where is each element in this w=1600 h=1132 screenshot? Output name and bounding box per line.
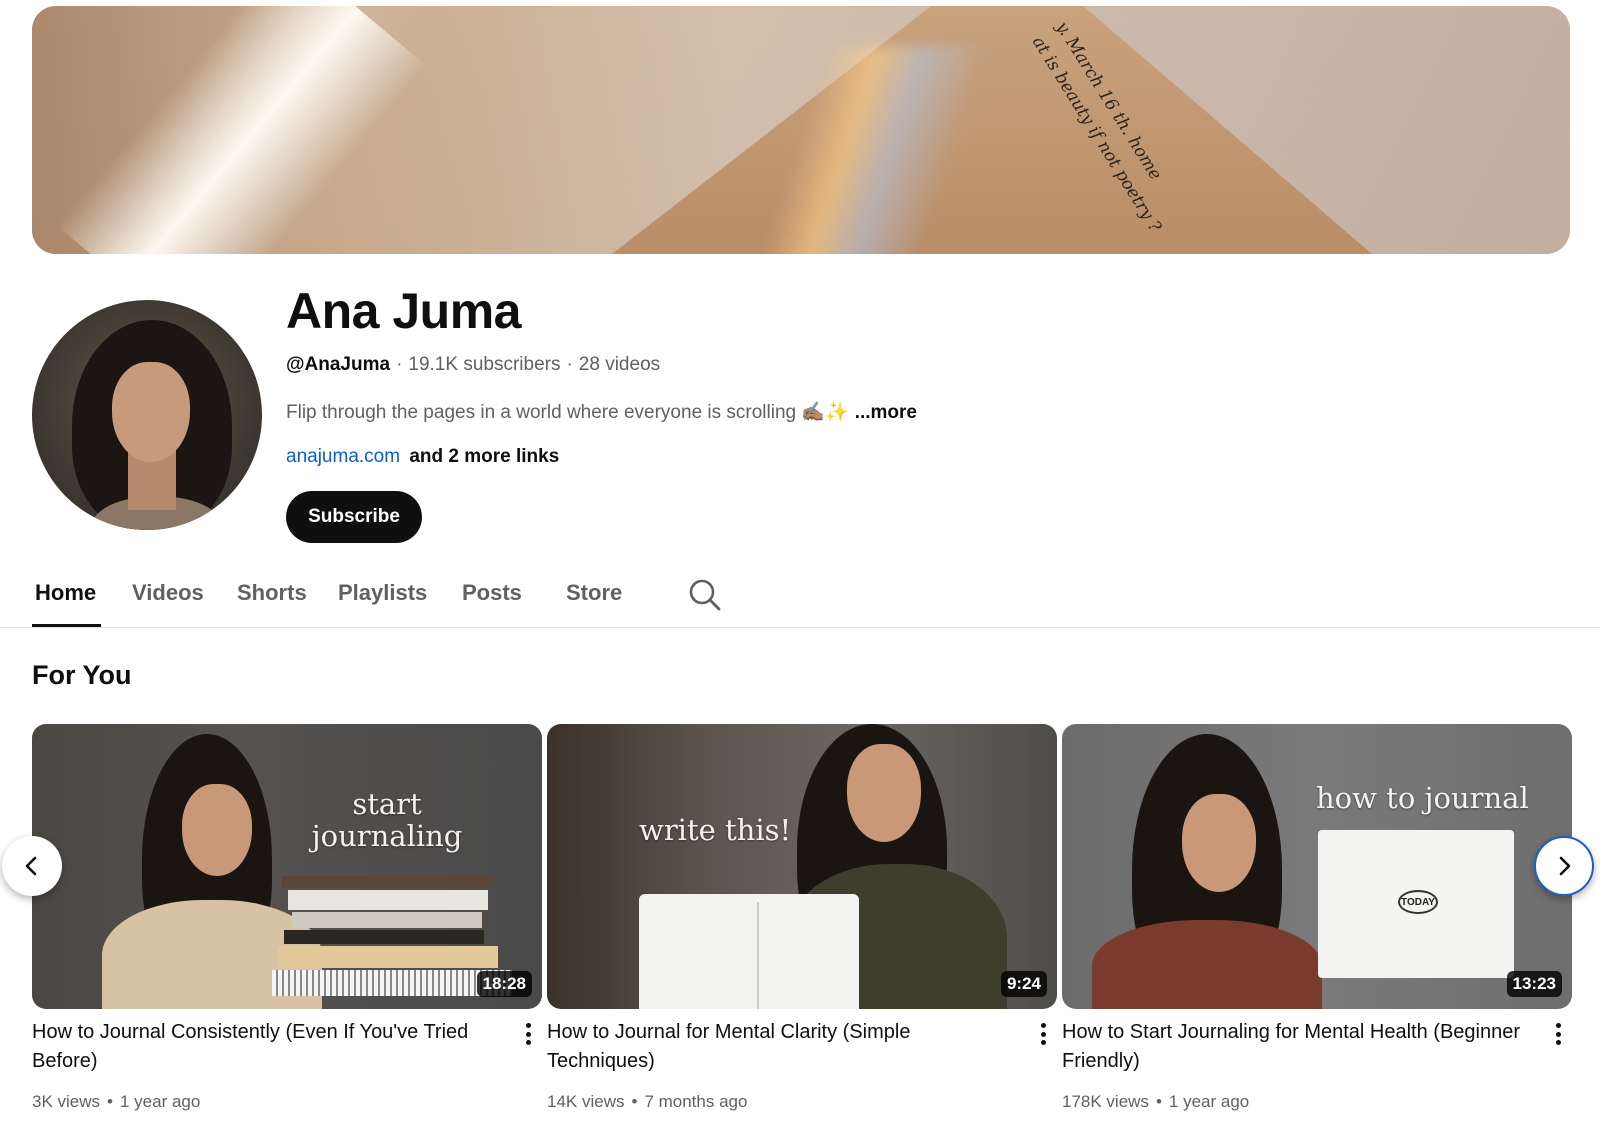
description-text: Flip through the pages in a world where … [286,402,849,423]
meta-separator: · [566,354,573,375]
channel-page: y. March 16 th. home at is beauty if not… [0,0,1600,1132]
thumbnail-caption: write this! [639,813,792,847]
video-title[interactable]: How to Journal Consistently (Even If You… [32,1018,492,1076]
carousel-next-button[interactable] [1534,836,1594,896]
meta-dot: • [107,1092,113,1111]
more-vertical-icon[interactable] [1550,1020,1566,1048]
more-button[interactable]: ...more [855,402,917,423]
book-stack [282,876,492,888]
duration-badge: 18:28 [476,971,532,997]
upload-age: 1 year ago [119,1092,201,1111]
section-title: For You [32,660,132,690]
tab-posts[interactable]: Posts [462,580,522,606]
thumbnail-caption: how to journal [1316,781,1529,815]
tab-shorts[interactable]: Shorts [237,580,307,606]
view-count: 14K views [547,1092,625,1111]
more-vertical-icon[interactable] [1035,1020,1051,1048]
upload-age: 7 months ago [644,1092,748,1111]
video-count: 28 videos [578,354,661,375]
video-card[interactable]: TODAY how to journal 13:23 How to Start … [1062,724,1572,1111]
tab-playlists[interactable]: Playlists [338,580,427,606]
channel-tabs: Home Videos Shorts Playlists Posts Store [32,572,792,628]
video-title[interactable]: How to Start Journaling for Mental Healt… [1062,1018,1522,1076]
channel-handle: @AnaJuma [286,354,391,375]
video-title[interactable]: How to Journal for Mental Clarity (Simpl… [547,1018,1007,1076]
video-card[interactable]: write this! 9:24 How to Journal for Ment… [547,724,1057,1111]
carousel-prev-button[interactable] [2,836,62,896]
video-thumbnail[interactable]: start journaling 18:28 [32,724,542,1009]
video-meta: 14K views • 7 months ago [547,1092,747,1112]
video-thumbnail[interactable]: TODAY how to journal 13:23 [1062,724,1572,1009]
channel-name: Ana Juma [286,283,521,339]
channel-links[interactable]: anajuma.com and 2 more links [286,446,559,468]
tab-home[interactable]: Home [35,580,96,606]
thumbnail-caption: start journaling [311,787,463,853]
view-count: 178K views [1062,1092,1149,1111]
tabs-divider [0,627,1600,628]
chevron-right-icon [1559,856,1571,876]
chevron-left-icon [25,856,37,876]
video-card[interactable]: start journaling 18:28 How to Journal Co… [32,724,542,1111]
meta-dot: • [1155,1092,1162,1111]
subscriber-count: 19.1K subscribers [408,354,561,375]
notebook [639,894,859,1009]
avatar-face [112,362,190,462]
channel-meta: @AnaJuma · 19.1K subscribers · 28 videos [286,354,660,376]
mindmap-center: TODAY [1398,890,1438,914]
view-count: 3K views [32,1092,101,1111]
tab-videos[interactable]: Videos [132,580,204,606]
channel-banner: y. March 16 th. home at is beauty if not… [32,6,1570,254]
meta-separator: · [396,354,403,375]
video-meta: 178K views • 1 year ago [1062,1092,1249,1112]
more-links-button[interactable]: and 2 more links [409,446,559,467]
subscribe-button[interactable]: Subscribe [286,491,422,543]
search-icon[interactable] [688,578,722,612]
video-thumbnail[interactable]: write this! 9:24 [547,724,1057,1009]
upload-age: 1 year ago [1168,1092,1250,1111]
channel-description[interactable]: Flip through the pages in a world where … [286,400,917,424]
more-vertical-icon[interactable] [520,1020,536,1048]
duration-badge: 9:24 [1000,971,1047,997]
duration-badge: 13:23 [1506,971,1562,997]
channel-avatar[interactable] [32,300,262,530]
website-link[interactable]: anajuma.com [286,446,400,467]
tab-store[interactable]: Store [566,580,622,606]
meta-dot: • [631,1092,638,1111]
video-meta: 3K views • 1 year ago [32,1092,200,1112]
